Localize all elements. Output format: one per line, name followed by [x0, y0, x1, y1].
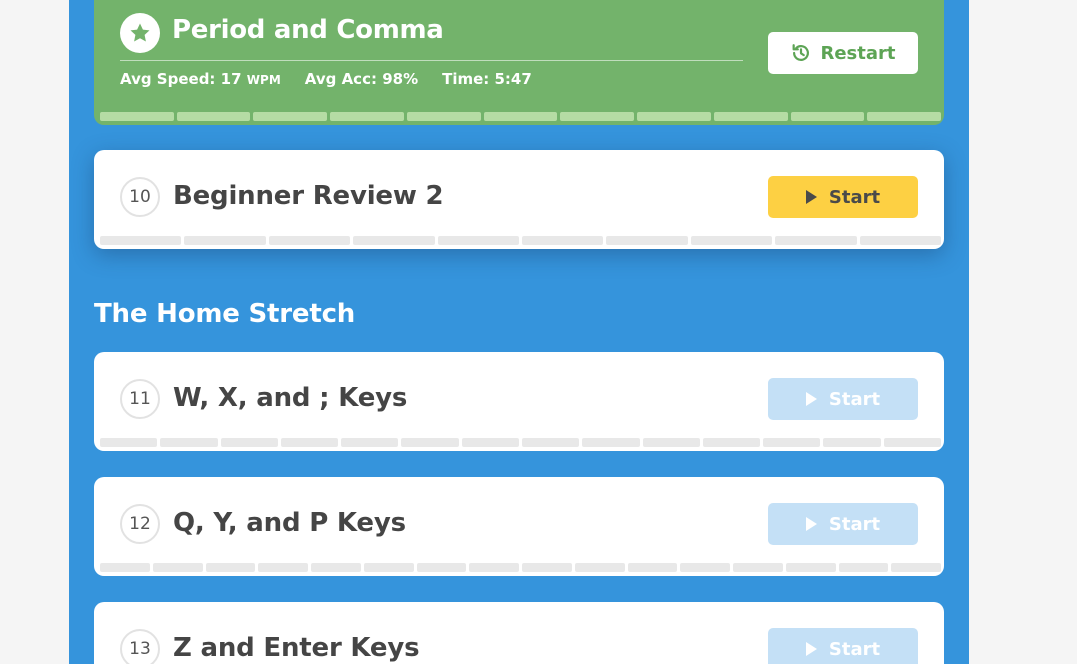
- progress-segment: [522, 563, 572, 572]
- progress-segment: [574, 563, 625, 572]
- progress-segment: [341, 438, 399, 447]
- lesson-stats: Avg Speed: 17 WPM Avg Acc: 98% Time: 5:4…: [120, 70, 532, 88]
- progress-segment: [258, 563, 308, 572]
- progress-segment: [406, 112, 481, 121]
- progress-segment: [891, 563, 941, 572]
- progress-segment: [627, 563, 678, 572]
- lesson-number: 10: [120, 177, 160, 217]
- progress-bar: [100, 112, 942, 121]
- progress-segment: [100, 236, 182, 245]
- progress-segment: [823, 438, 881, 447]
- lesson-list-panel: Period and Comma Avg Speed: 17 WPM Avg A…: [69, 0, 969, 664]
- progress-segment: [184, 236, 266, 245]
- start-button[interactable]: Start: [768, 628, 918, 664]
- lesson-number: 12: [120, 504, 160, 544]
- history-icon: [790, 42, 812, 64]
- progress-segment: [790, 112, 865, 121]
- progress-segment: [867, 112, 942, 121]
- progress-segment: [268, 236, 351, 245]
- completed-lesson-card: Period and Comma Avg Speed: 17 WPM Avg A…: [94, 0, 944, 125]
- avg-accuracy-stat: Avg Acc: 98%: [304, 70, 419, 88]
- progress-segment: [280, 438, 339, 447]
- avg-speed-stat: Avg Speed: 17 WPM: [120, 70, 281, 88]
- progress-segment: [205, 563, 256, 572]
- progress-segment: [330, 112, 404, 121]
- start-label: Start: [828, 638, 881, 660]
- lesson-title: W, X, and ; Keys: [173, 383, 408, 413]
- progress-segment: [859, 236, 942, 245]
- progress-segment: [311, 563, 361, 572]
- progress-segment: [363, 563, 414, 572]
- progress-segment: [160, 438, 218, 447]
- progress-segment: [838, 563, 889, 572]
- star-icon: [120, 13, 160, 53]
- lesson-card[interactable]: 13 Z and Enter Keys Start: [94, 602, 944, 664]
- progress-segment: [883, 438, 941, 447]
- lesson-card-current[interactable]: 10 Beginner Review 2 Start: [94, 150, 944, 249]
- progress-segment: [483, 112, 558, 121]
- progress-segment: [785, 563, 836, 572]
- progress-segment: [469, 563, 519, 572]
- start-button[interactable]: Start: [768, 503, 918, 545]
- progress-segment: [680, 563, 730, 572]
- progress-segment: [100, 563, 150, 572]
- play-icon: [805, 190, 817, 204]
- progress-segment: [560, 112, 635, 121]
- progress-segment: [763, 438, 821, 447]
- progress-segment: [775, 236, 857, 245]
- progress-segment: [416, 563, 467, 572]
- start-button[interactable]: Start: [768, 378, 918, 420]
- start-button[interactable]: Start: [768, 176, 918, 218]
- progress-segment: [702, 438, 761, 447]
- progress-segment: [220, 438, 278, 447]
- lesson-title: Z and Enter Keys: [173, 633, 420, 663]
- lesson-number: 11: [120, 379, 160, 419]
- play-icon: [805, 517, 817, 531]
- progress-bar: [100, 236, 942, 245]
- progress-segment: [713, 112, 788, 121]
- progress-segment: [642, 438, 700, 447]
- progress-segment: [733, 563, 783, 572]
- progress-segment: [637, 112, 711, 121]
- progress-segment: [461, 438, 519, 447]
- progress-segment: [100, 112, 174, 121]
- progress-segment: [606, 236, 688, 245]
- progress-segment: [690, 236, 773, 245]
- lesson-title: Period and Comma: [172, 15, 444, 45]
- lesson-title: Beginner Review 2: [173, 181, 444, 211]
- time-stat: Time: 5:47: [442, 70, 532, 88]
- progress-segment: [353, 236, 435, 245]
- progress-segment: [401, 438, 459, 447]
- progress-segment: [582, 438, 640, 447]
- start-label: Start: [828, 513, 881, 535]
- start-label: Start: [828, 388, 881, 410]
- lesson-number: 13: [120, 629, 160, 664]
- progress-segment: [522, 236, 604, 245]
- divider: [120, 60, 743, 61]
- restart-label: Restart: [820, 42, 896, 64]
- progress-segment: [253, 112, 328, 121]
- progress-bar: [100, 563, 941, 572]
- restart-button[interactable]: Restart: [768, 32, 918, 74]
- section-heading: The Home Stretch: [94, 299, 356, 329]
- progress-segment: [437, 236, 520, 245]
- start-label: Start: [828, 186, 881, 208]
- progress-segment: [521, 438, 580, 447]
- lesson-card[interactable]: 11 W, X, and ; Keys Start: [94, 352, 944, 451]
- progress-segment: [100, 438, 158, 447]
- play-icon: [805, 642, 817, 656]
- progress-segment: [176, 112, 251, 121]
- lesson-card[interactable]: 12 Q, Y, and P Keys Start: [94, 477, 944, 576]
- progress-bar: [100, 438, 941, 447]
- play-icon: [805, 392, 817, 406]
- progress-segment: [152, 563, 203, 572]
- lesson-title: Q, Y, and P Keys: [173, 508, 406, 538]
